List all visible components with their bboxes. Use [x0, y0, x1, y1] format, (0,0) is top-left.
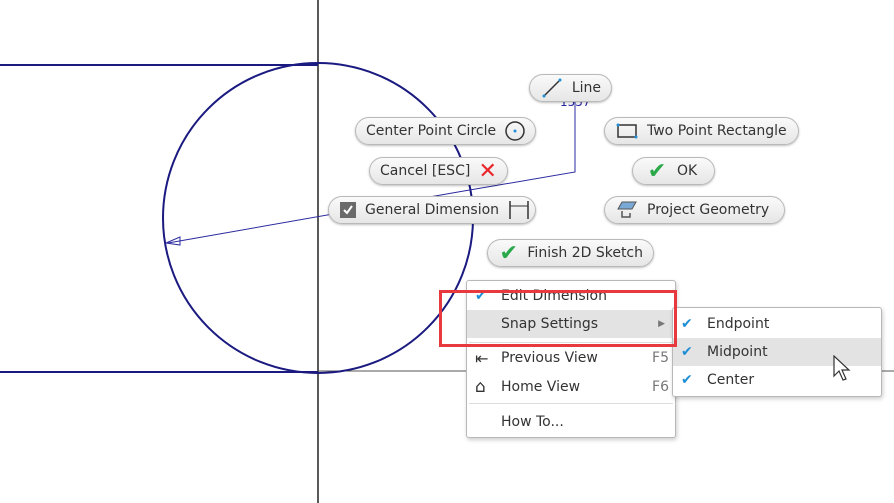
check-icon: ✔	[681, 316, 693, 332]
menu-item-label: Endpoint	[707, 316, 770, 332]
check-icon: ✔	[681, 372, 693, 388]
menu-item-label: Midpoint	[707, 344, 768, 360]
shortcut: F5	[652, 350, 669, 366]
menu-item-how-to[interactable]: How To...	[467, 408, 675, 436]
menu-item-label: How To...	[501, 414, 564, 430]
shortcut: F6	[652, 379, 669, 395]
previous-view-icon: ⇤	[475, 348, 489, 368]
menu-item-label: Center	[707, 372, 755, 388]
dimension-icon	[507, 199, 531, 221]
ok-label: OK	[677, 163, 698, 179]
line-button[interactable]: Line	[529, 74, 612, 102]
line-icon	[540, 77, 564, 99]
home-icon: ⌂	[475, 377, 486, 397]
circle-icon	[504, 120, 526, 142]
highlight-box	[439, 290, 677, 347]
cancel-label: Cancel [ESC]	[380, 163, 471, 179]
cancel-button[interactable]: Cancel [ESC] ✕	[369, 157, 508, 185]
close-icon: ✕	[478, 158, 497, 184]
two-point-rectangle-label: Two Point Rectangle	[647, 123, 787, 139]
mouse-cursor-icon	[833, 355, 851, 381]
menu-item-label: Previous View	[501, 350, 598, 366]
ok-button[interactable]: ✔ OK	[632, 157, 715, 185]
menu-item-label: Home View	[501, 379, 581, 395]
project-geometry-icon	[615, 199, 639, 221]
finish-sketch-button[interactable]: ✔ Finish 2D Sketch	[487, 239, 654, 267]
general-dimension-label: General Dimension	[365, 202, 500, 218]
center-point-circle-label: Center Point Circle	[366, 123, 497, 139]
general-dimension-button[interactable]: General Dimension	[328, 196, 536, 224]
checkmark-icon: ✔	[647, 158, 667, 184]
checkbox-icon	[339, 199, 357, 221]
finish-sketch-label: Finish 2D Sketch	[527, 245, 643, 261]
menu-item-home-view[interactable]: ⌂ Home View F6	[467, 373, 675, 401]
submenu-item-endpoint[interactable]: ✔ Endpoint	[673, 310, 881, 338]
line-label: Line	[571, 80, 601, 96]
menu-item-previous-view[interactable]: ⇤ Previous View F5	[467, 344, 675, 372]
project-geometry-label: Project Geometry	[647, 202, 770, 218]
check-icon: ✔	[681, 344, 693, 360]
snap-submenu: ✔ Endpoint ✔ Midpoint ✔ Center	[672, 307, 882, 397]
sketch-canvas[interactable]: 1557	[0, 0, 894, 503]
menu-separator	[469, 403, 673, 404]
rectangle-icon	[615, 120, 639, 142]
project-geometry-button[interactable]: Project Geometry	[604, 196, 785, 224]
center-point-circle-button[interactable]: Center Point Circle	[355, 117, 536, 145]
two-point-rectangle-button[interactable]: Two Point Rectangle	[604, 117, 799, 145]
checkmark-icon: ✔	[499, 240, 518, 266]
